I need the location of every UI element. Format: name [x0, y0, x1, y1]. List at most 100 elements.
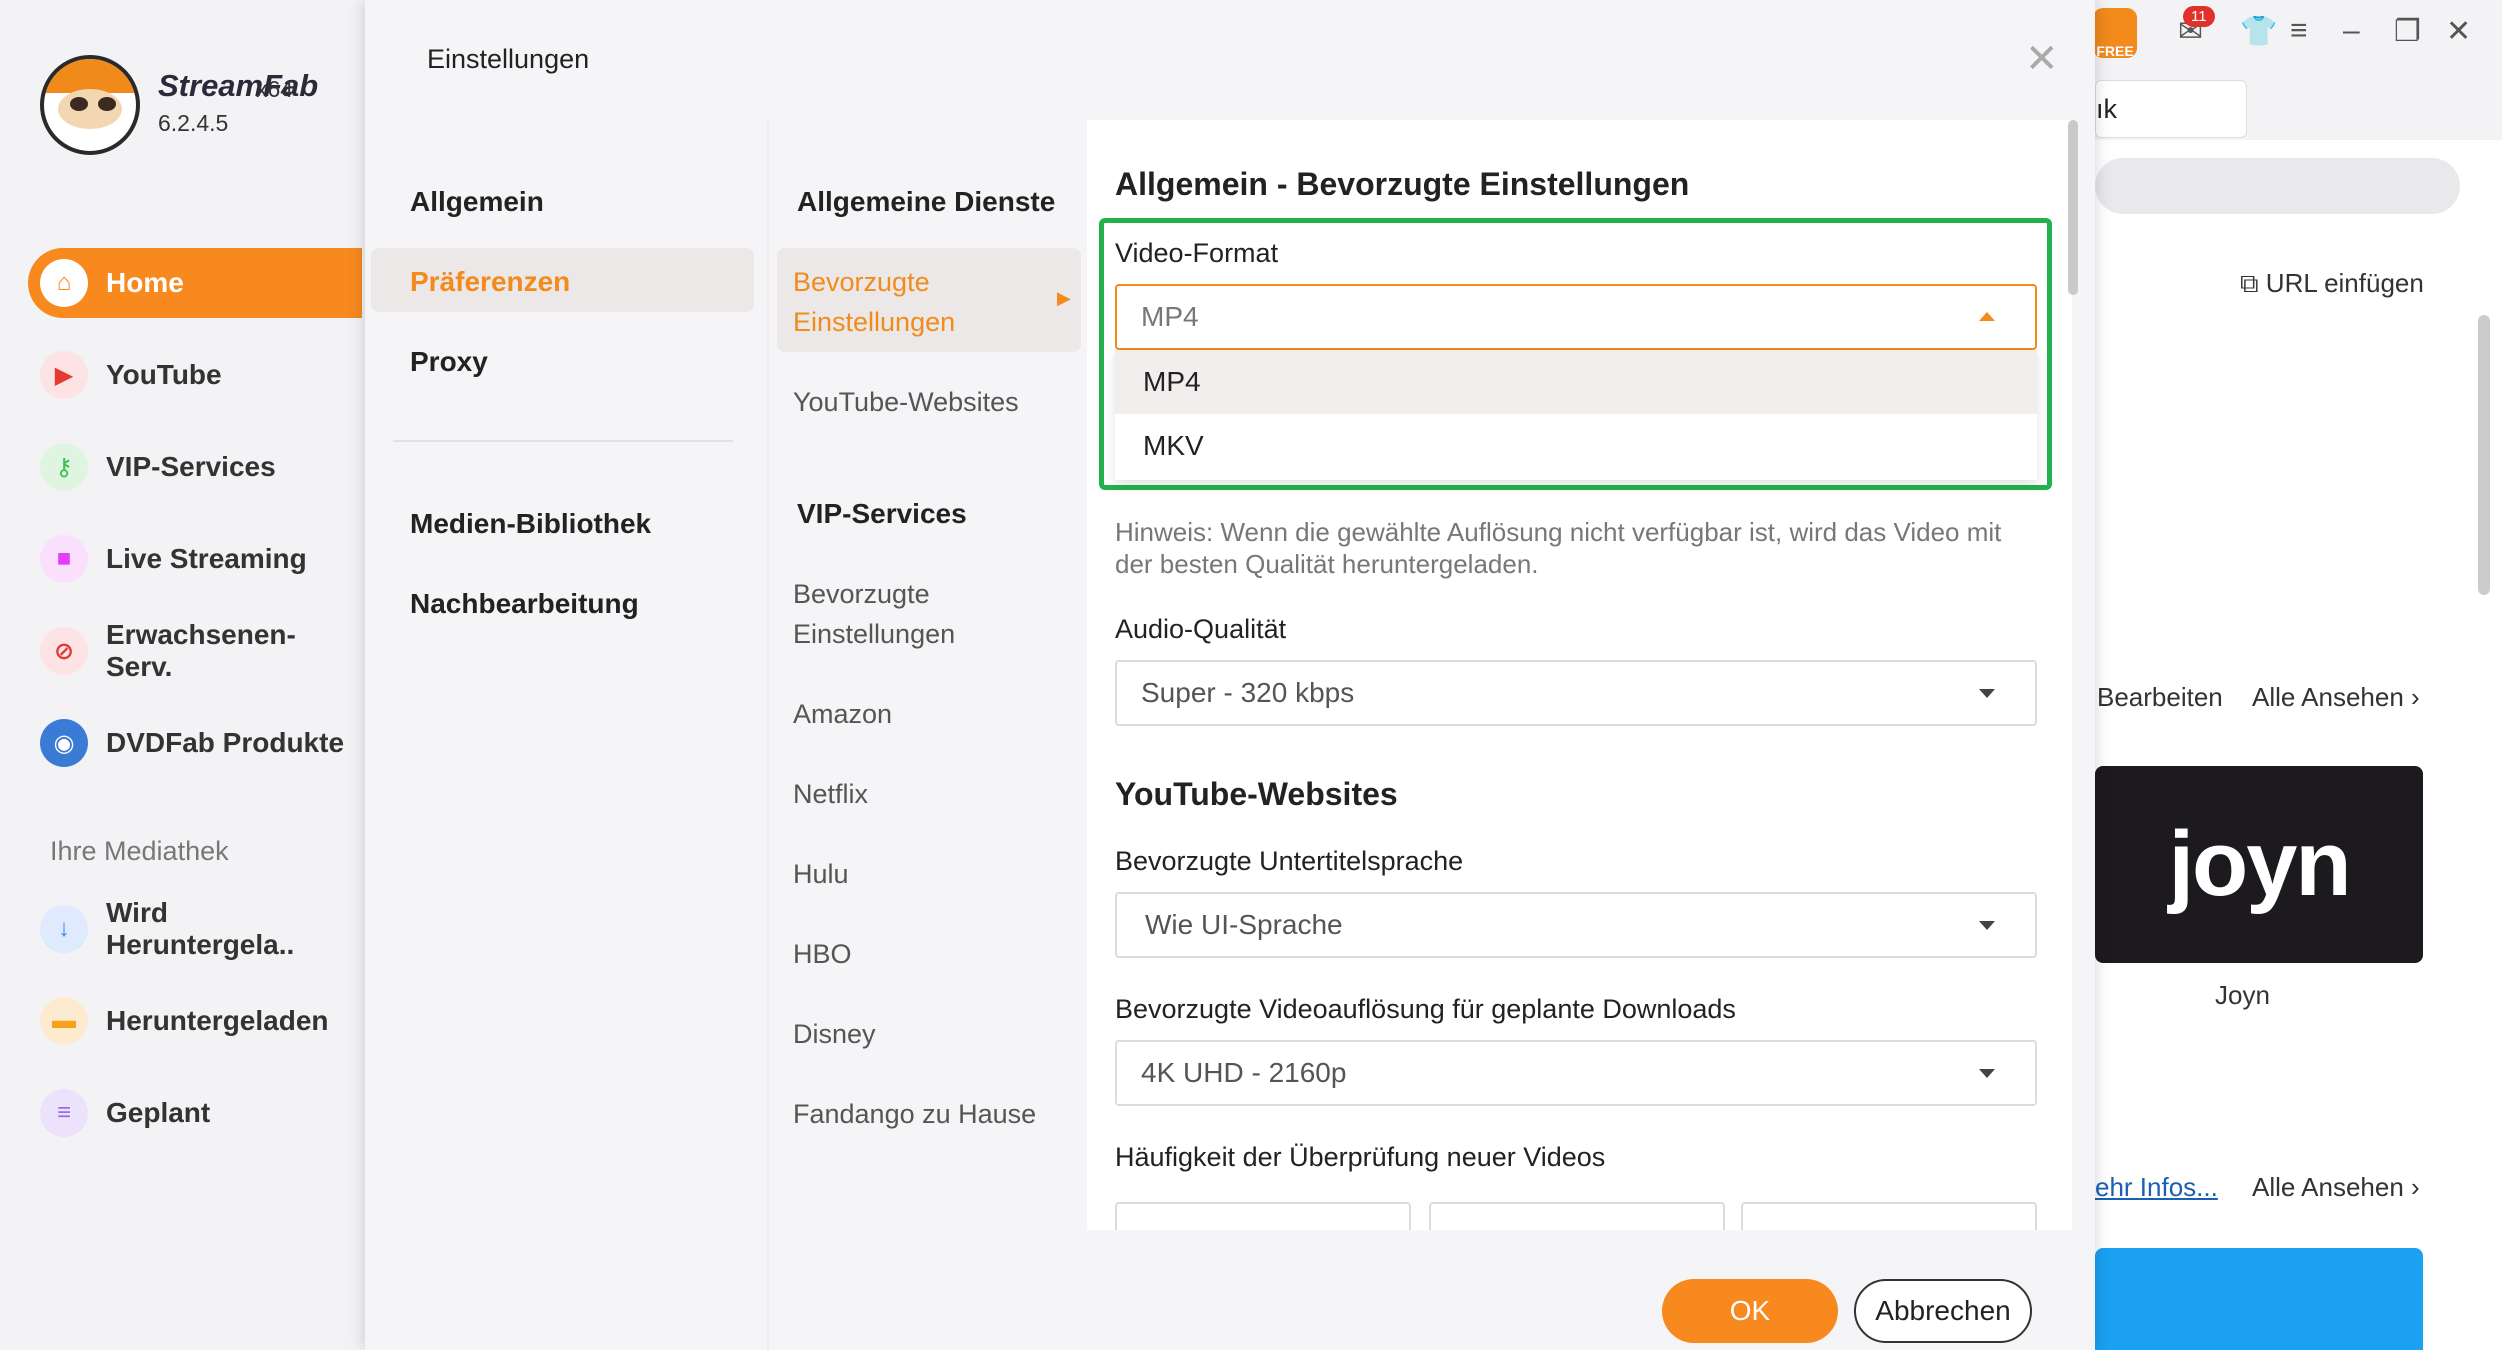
service-hulu[interactable]: Hulu — [793, 854, 849, 894]
resolution-value: 4K UHD - 2160p — [1141, 1057, 1347, 1088]
sidebar-item-downloading[interactable]: ↓ Wird Heruntergela.. — [28, 894, 362, 964]
sidebar-item-home[interactable]: ⌂ Home — [28, 248, 362, 318]
background-search-bar[interactable] — [2095, 158, 2460, 214]
cancel-button[interactable]: Abbrechen — [1854, 1279, 2032, 1343]
background-scrollbar[interactable] — [2478, 315, 2490, 595]
service-youtube-websites[interactable]: YouTube-Websites — [793, 382, 1019, 422]
ok-button[interactable]: OK — [1662, 1279, 1838, 1343]
arrow-right-icon: ▶ — [1057, 288, 1071, 308]
sidebar-item-label: YouTube — [106, 359, 222, 390]
dvdfab-icon: ◉ — [40, 719, 88, 767]
sidebar-item-vip-services[interactable]: ⚷ VIP-Services — [28, 432, 362, 502]
category-proxy[interactable]: Proxy — [410, 346, 488, 378]
content-scrollbar[interactable] — [2068, 120, 2078, 295]
frequency-select-2[interactable] — [1429, 1202, 1725, 1230]
see-all-label: Alle Ansehen — [2252, 1172, 2404, 1202]
option-mkv[interactable]: MKV — [1115, 414, 2037, 478]
category-general[interactable]: Allgemein — [410, 186, 544, 218]
category-preferences[interactable]: Präferenzen — [410, 266, 570, 298]
caret-up-icon — [1979, 312, 1995, 321]
service-amazon[interactable]: Amazon — [793, 694, 892, 734]
sidebar-item-label: Geplant — [106, 1097, 211, 1128]
menu-icon[interactable]: ≡ — [2290, 14, 2308, 48]
see-all-label: Alle Ansehen — [2252, 682, 2404, 712]
minimize-icon[interactable]: – — [2343, 14, 2360, 48]
key-icon: ⚷ — [40, 443, 88, 491]
service-disney[interactable]: Disney — [793, 1014, 876, 1054]
dialog-title: Einstellungen — [427, 44, 590, 74]
notification-badge: 11 — [2183, 6, 2215, 27]
service-fandango[interactable]: Fandango zu Hause — [793, 1094, 1036, 1134]
background-tab[interactable]: ık — [2095, 80, 2247, 138]
sidebar-item-live-streaming[interactable]: ■ Live Streaming — [28, 524, 362, 594]
folder-icon: ▬ — [40, 997, 88, 1045]
sidebar-item-label: Heruntergeladen — [106, 1005, 329, 1036]
sidebar-item-youtube[interactable]: ▶ YouTube — [28, 340, 362, 410]
service-label: Bevorzugte Einstellungen — [793, 267, 956, 337]
general-services-heading: Allgemeine Dienste — [797, 186, 1056, 217]
sidebar-item-label: Live Streaming — [106, 543, 307, 574]
sidebar: StreamFab x64 6.2.4.5 ⌂ Home ▶ YouTube ⚷… — [0, 0, 365, 1350]
section-title-youtube: YouTube-Websites — [1115, 776, 1398, 812]
camera-icon: ■ — [40, 535, 88, 583]
frequency-select-1[interactable] — [1115, 1202, 1411, 1230]
url-insert-button[interactable]: ⧉ URL einfügen — [2240, 268, 2424, 300]
url-insert-label: URL einfügen — [2265, 268, 2424, 298]
app-name: StreamFab — [158, 68, 319, 103]
sidebar-item-dvdfab-products[interactable]: ◉ DVDFab Produkte — [28, 708, 362, 778]
close-window-icon[interactable]: ✕ — [2446, 14, 2471, 49]
youtube-icon: ▶ — [40, 351, 88, 399]
sidebar-item-scheduled[interactable]: ≡ Geplant — [28, 1078, 362, 1148]
maximize-icon[interactable]: ❐ — [2394, 14, 2421, 49]
audio-quality-value: Super - 320 kbps — [1141, 677, 1355, 708]
frequency-label: Häufigkeit der Überprüfung neuer Videos — [1115, 1142, 1606, 1172]
background-tab-label: ık — [2096, 94, 2118, 124]
category-post-processing[interactable]: Nachbearbeitung — [410, 588, 639, 620]
home-icon: ⌂ — [40, 259, 88, 307]
option-mp4[interactable]: MP4 — [1115, 350, 2037, 414]
video-format-label: Video-Format — [1115, 238, 1279, 268]
clipboard-icon: ⧉ — [2240, 268, 2266, 298]
list-icon: ≡ — [40, 1089, 88, 1137]
see-all-link[interactable]: Alle Ansehen › — [2252, 682, 2420, 713]
audio-quality-select[interactable]: Super - 320 kbps — [1115, 660, 2037, 726]
caret-down-icon — [1979, 1069, 1995, 1078]
resolution-select[interactable]: 4K UHD - 2160p — [1115, 1040, 2037, 1106]
close-icon[interactable]: ✕ — [2025, 36, 2059, 82]
frequency-select-3[interactable] — [1741, 1202, 2037, 1230]
settings-dialog: Einstellungen ✕ Allgemein Präferenzen Pr… — [365, 0, 2095, 1350]
caret-down-icon — [1979, 921, 1995, 930]
see-all-link-2[interactable]: Alle Ansehen › — [2252, 1172, 2420, 1203]
twitter-card[interactable] — [2095, 1248, 2423, 1350]
joyn-card[interactable]: joyn — [2095, 766, 2423, 963]
audio-quality-label: Audio-Qualität — [1115, 614, 1287, 644]
library-heading: Ihre Mediathek — [50, 836, 229, 866]
edit-link[interactable]: Bearbeiten — [2097, 682, 2223, 713]
chevron-right-icon: › — [2411, 682, 2420, 712]
free-icon[interactable]: FREE — [2093, 8, 2137, 59]
joyn-label: Joyn — [2215, 980, 2270, 1010]
video-format-value: MP4 — [1141, 301, 1199, 332]
subtitle-language-value: Wie UI-Sprache — [1145, 909, 1343, 940]
sidebar-item-downloaded[interactable]: ▬ Heruntergeladen — [28, 986, 362, 1056]
resolution-label: Bevorzugte Videoauflösung für geplante D… — [1115, 994, 1736, 1024]
caret-down-icon — [1979, 689, 1995, 698]
sidebar-item-label: DVDFab Produkte — [106, 727, 345, 758]
service-preferred-settings[interactable]: Bevorzugte Einstellungen — [793, 262, 1043, 342]
shirt-icon[interactable]: 👕 — [2240, 14, 2277, 49]
restricted-icon: ⊘ — [40, 627, 88, 675]
service-vip-preferred-settings[interactable]: Bevorzugte Einstellungen — [793, 574, 1043, 654]
video-format-select[interactable]: MP4 — [1115, 284, 2037, 350]
vip-services-heading: VIP-Services — [797, 498, 967, 529]
subtitle-language-select[interactable]: Wie UI-Sprache — [1115, 892, 2037, 958]
section-title-general: Allgemein - Bevorzugte Einstellungen — [1115, 166, 1690, 202]
sidebar-item-adult-services[interactable]: ⊘ Erwachsenen-Serv. — [28, 616, 362, 686]
sidebar-item-label: Erwachsenen-Serv. — [106, 619, 296, 682]
service-netflix[interactable]: Netflix — [793, 774, 868, 814]
category-media-library[interactable]: Medien-Bibliothek — [410, 508, 651, 540]
more-info-link[interactable]: ehr Infos... — [2095, 1172, 2218, 1203]
service-hbo[interactable]: HBO — [793, 934, 852, 974]
video-format-dropdown: MP4 MKV — [1115, 350, 2037, 480]
joyn-logo: joyn — [2168, 813, 2351, 915]
settings-services: Allgemeine Dienste Bevorzugte Einstellun… — [767, 120, 1087, 1350]
